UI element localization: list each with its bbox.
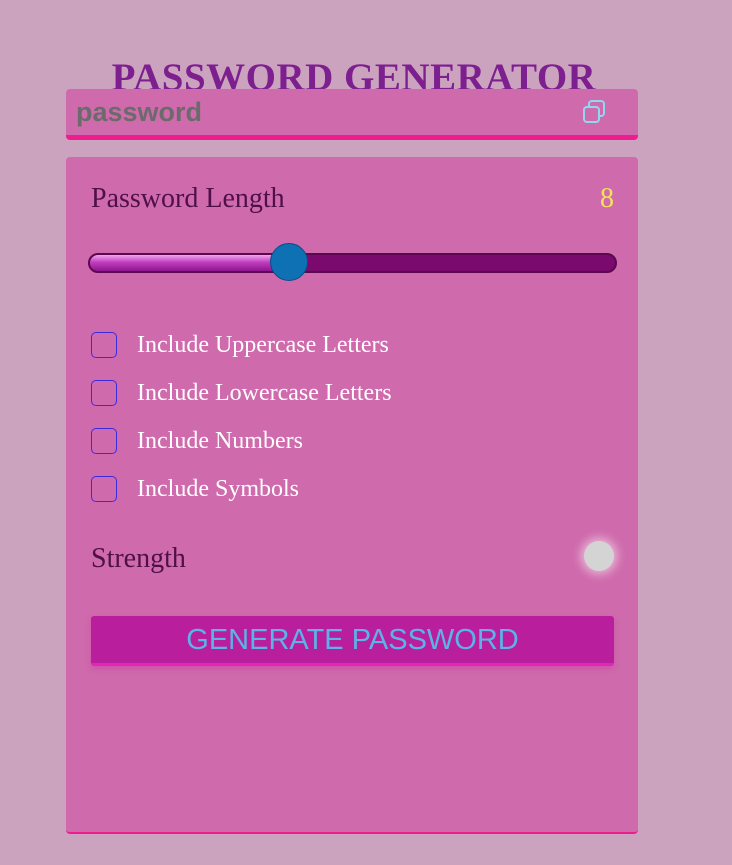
password-length-value: 8 <box>600 183 614 214</box>
numbers-label: Include Numbers <box>137 428 303 454</box>
generate-password-button[interactable]: GENERATE PASSWORD <box>91 616 614 666</box>
copy-icon <box>583 100 605 123</box>
numbers-checkbox[interactable] <box>91 428 117 454</box>
copy-button[interactable] <box>581 99 607 125</box>
strength-label: Strength <box>91 543 186 574</box>
password-display <box>66 89 638 140</box>
uppercase-checkbox[interactable] <box>91 332 117 358</box>
strength-indicator <box>584 541 614 571</box>
uppercase-label: Include Uppercase Letters <box>137 332 389 358</box>
symbols-label: Include Symbols <box>137 476 299 502</box>
password-length-label: Password Length <box>91 183 285 214</box>
password-output[interactable] <box>76 95 556 129</box>
length-slider[interactable] <box>88 253 617 273</box>
length-slider-thumb[interactable] <box>270 243 309 281</box>
length-slider-fill <box>90 255 292 271</box>
lowercase-label: Include Lowercase Letters <box>137 380 392 406</box>
symbols-checkbox[interactable] <box>91 476 117 502</box>
lowercase-checkbox[interactable] <box>91 380 117 406</box>
